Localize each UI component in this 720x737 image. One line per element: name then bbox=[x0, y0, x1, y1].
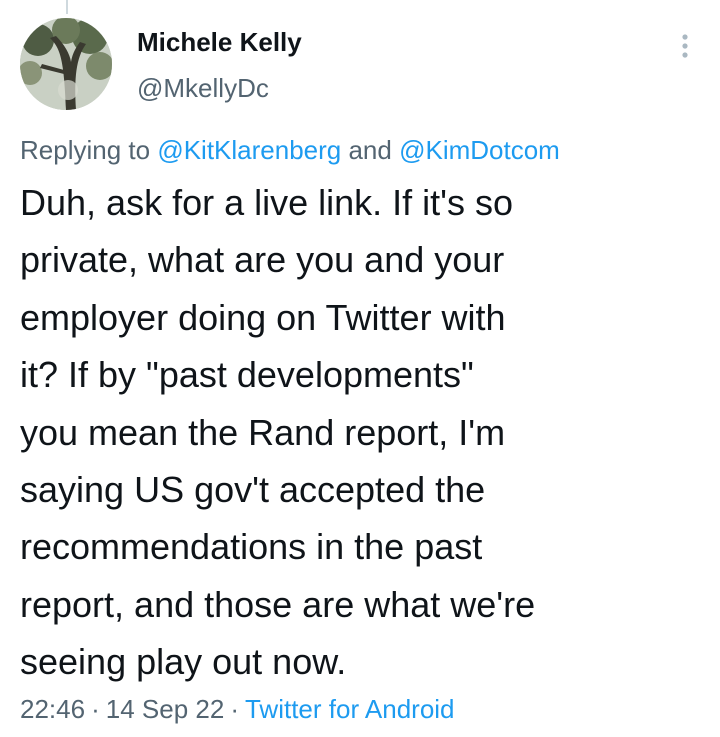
tweet-text: Duh, ask for a live link. If it's so pri… bbox=[20, 174, 680, 691]
tweet-text-line: you mean the Rand report, I'm bbox=[20, 411, 506, 453]
thread-connector-line bbox=[66, 0, 68, 14]
meta-separator: · bbox=[230, 694, 239, 724]
replying-to-prefix: Replying to bbox=[20, 135, 158, 165]
tweet-text-line: private, what are you and your bbox=[20, 239, 505, 281]
tweet-text-line: employer doing on Twitter with bbox=[20, 296, 506, 338]
tweet-text-line: recommendations in the past bbox=[20, 526, 483, 568]
tweet-date[interactable]: 14 Sep 22 bbox=[106, 694, 225, 724]
avatar-image bbox=[20, 18, 112, 110]
replying-to-conjunction: and bbox=[341, 135, 400, 165]
avatar[interactable] bbox=[20, 18, 112, 110]
meta-separator: · bbox=[91, 694, 100, 724]
tweet-text-line: saying US gov't accepted the bbox=[20, 469, 486, 511]
author-handle[interactable]: @MkellyDc bbox=[137, 73, 269, 104]
tweet-text-line: Duh, ask for a live link. If it's so bbox=[20, 182, 514, 223]
tweet-text-line: it? If by "past developments" bbox=[20, 354, 474, 396]
mention-kimdotcom[interactable]: @KimDotcom bbox=[399, 135, 560, 165]
replying-to: Replying to @KitKlarenberg and @KimDotco… bbox=[20, 135, 560, 166]
mention-kitklarenberg[interactable]: @KitKlarenberg bbox=[157, 135, 341, 165]
tweet-text-line: seeing play out now. bbox=[20, 641, 347, 683]
more-vertical-icon[interactable] bbox=[676, 30, 694, 62]
tweet-source-link[interactable]: Twitter for Android bbox=[245, 694, 455, 724]
tweet-metadata: 22:46 · 14 Sep 22 · Twitter for Android bbox=[20, 694, 455, 725]
tweet-time[interactable]: 22:46 bbox=[20, 694, 85, 724]
tweet-text-line: report, and those are what we're bbox=[20, 583, 536, 625]
author-name[interactable]: Michele Kelly bbox=[137, 27, 302, 58]
